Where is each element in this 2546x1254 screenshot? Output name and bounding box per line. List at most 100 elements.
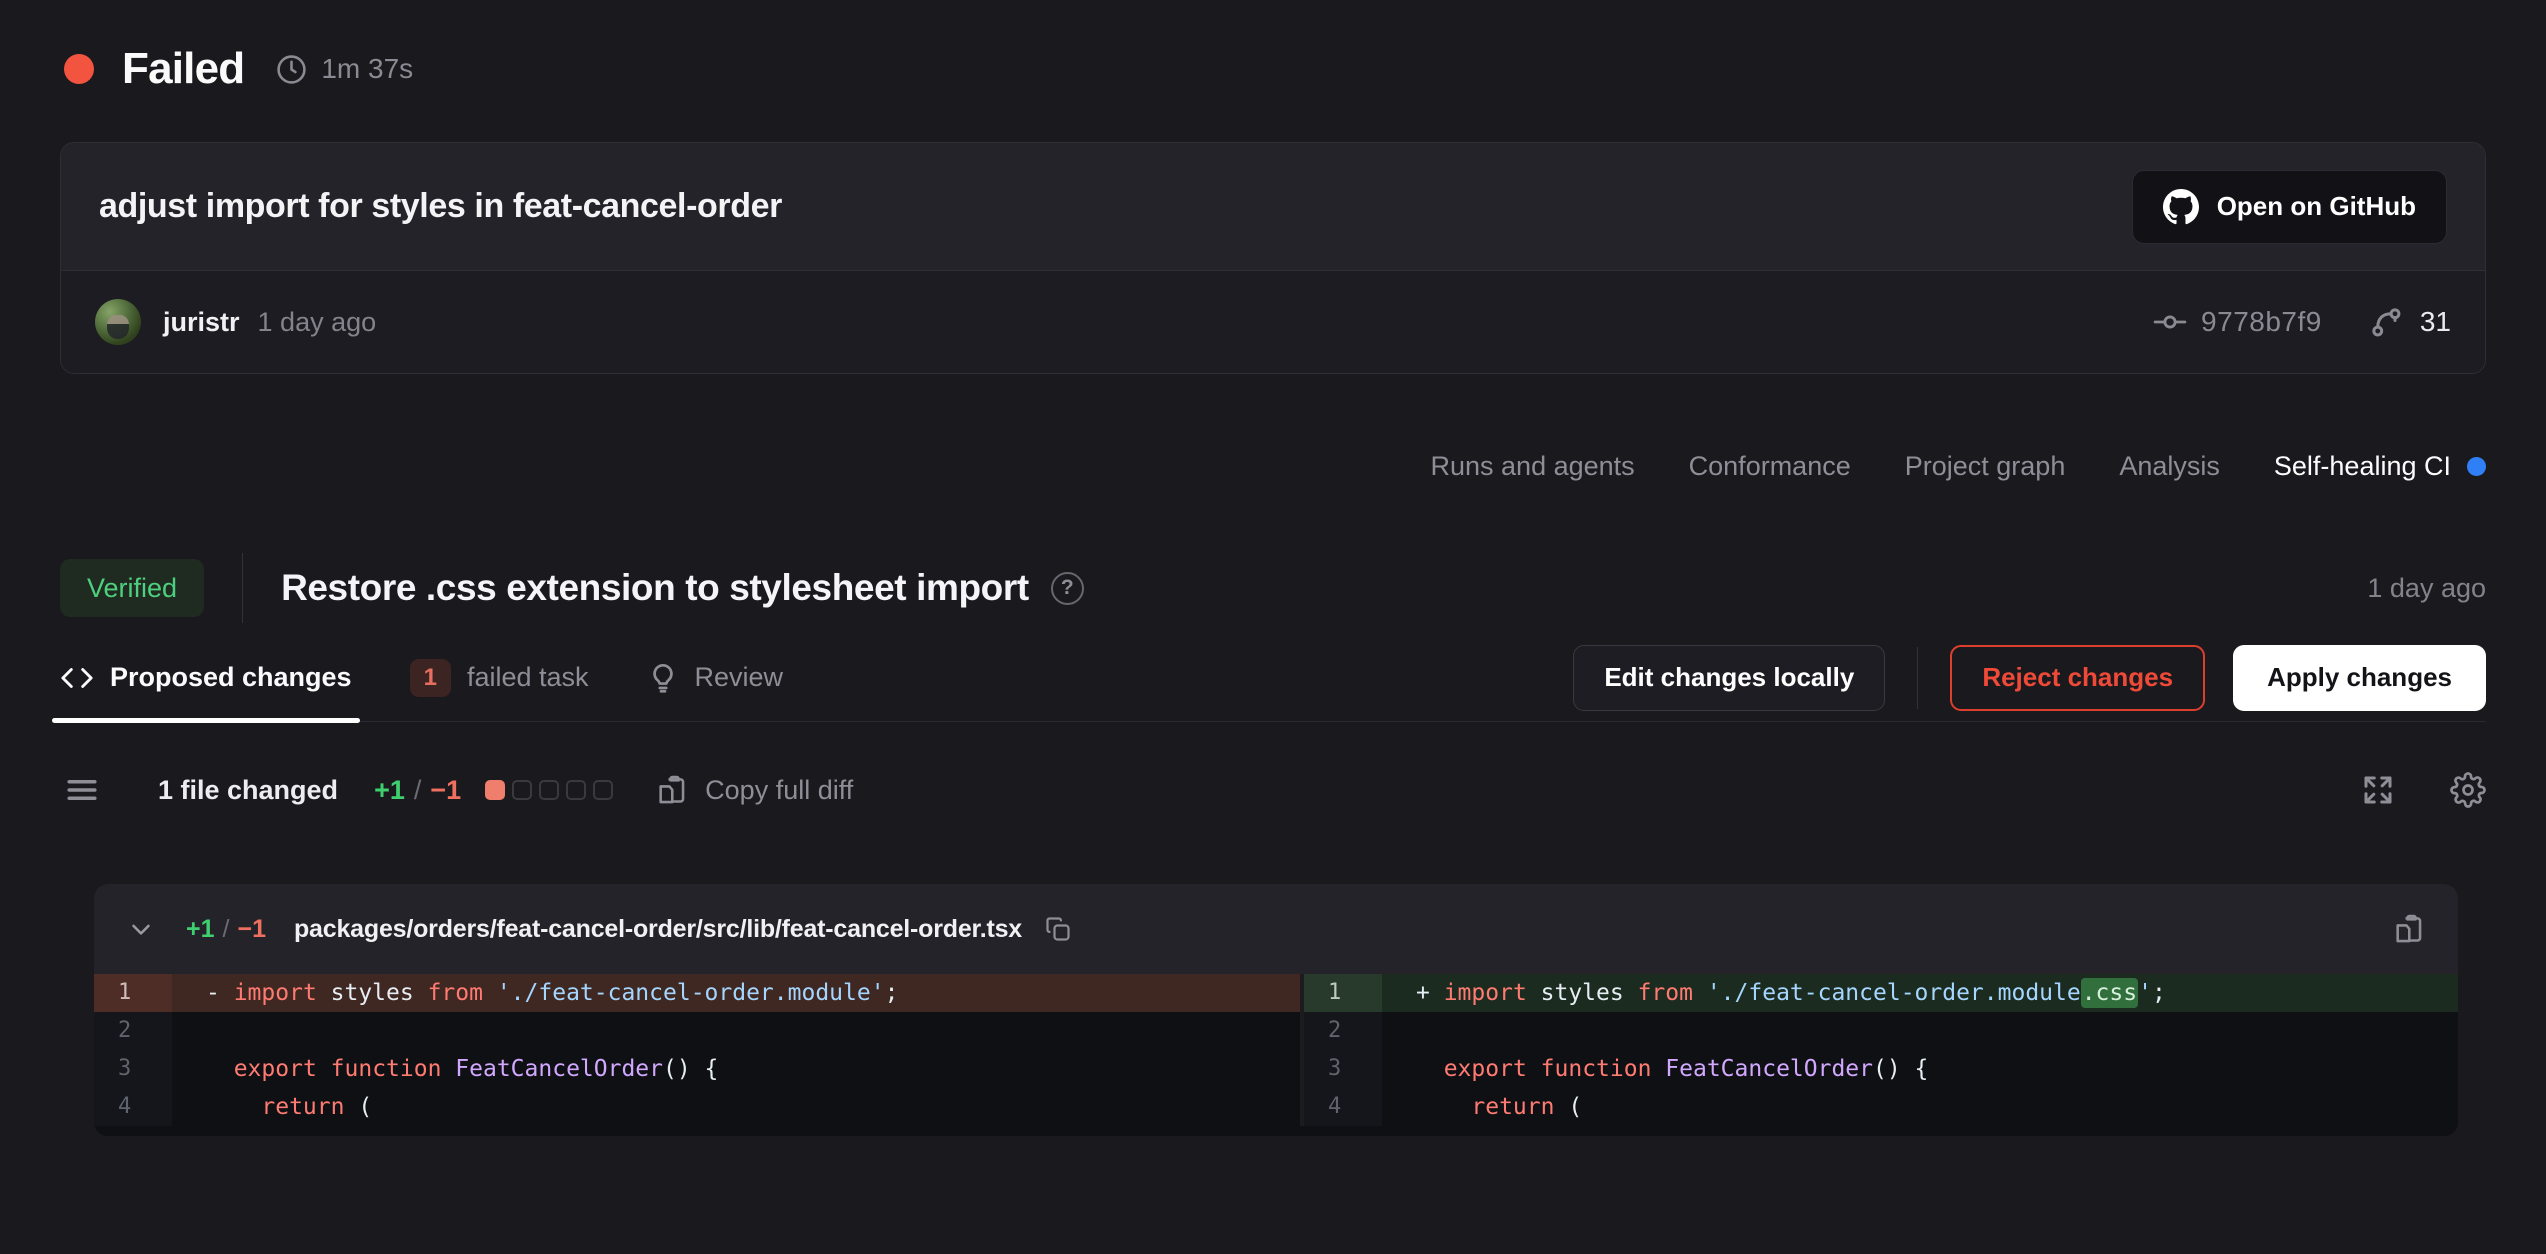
diff-stat-block — [512, 780, 532, 800]
code-content: return ( — [1382, 1088, 2458, 1126]
run-status-row: Failed 1m 37s — [64, 44, 413, 94]
tab-label: failed task — [467, 662, 589, 693]
diff-settings-gear-icon[interactable] — [2450, 772, 2486, 808]
copy-full-diff-button[interactable]: Copy full diff — [655, 773, 853, 807]
code-icon — [60, 661, 94, 695]
diff-line-added: 1+ import styles from './feat-cancel-ord… — [1304, 974, 2458, 1012]
tab-failed-task[interactable]: 1 failed task — [410, 634, 589, 721]
code-content: return ( — [172, 1088, 1300, 1126]
fix-actions: Edit changes locally Reject changes Appl… — [1573, 645, 2486, 711]
code-content: + import styles from './feat-cancel-orde… — [1382, 974, 2458, 1012]
lightbulb-icon — [647, 662, 679, 694]
nav-item-analysis[interactable]: Analysis — [2119, 451, 2220, 482]
copy-file-path-icon[interactable] — [1044, 915, 1072, 943]
line-number: 4 — [94, 1088, 172, 1126]
tab-review[interactable]: Review — [647, 634, 784, 721]
commit-card-meta: juristr 1 day ago 9778b7f9 31 — [61, 271, 2485, 373]
fix-title: Restore .css extension to stylesheet imp… — [281, 567, 1029, 609]
branch-count[interactable]: 31 — [2420, 306, 2451, 338]
status-label: Failed — [122, 44, 244, 94]
additions-count: +1 — [374, 775, 405, 806]
divider — [1917, 647, 1918, 709]
run-duration: 1m 37s — [321, 53, 413, 85]
copy-full-diff-label: Copy full diff — [705, 775, 853, 806]
tab-label: Proposed changes — [110, 662, 352, 693]
workspace-nav: Runs and agents Conformance Project grap… — [1431, 446, 2487, 486]
tab-proposed-changes[interactable]: Proposed changes — [60, 634, 352, 721]
open-on-github-label: Open on GitHub — [2217, 191, 2416, 222]
diff-stat-blocks — [485, 780, 613, 800]
file-diff-stat: +1 / −1 — [186, 915, 266, 944]
line-number: 2 — [94, 1012, 172, 1050]
code-content — [172, 1012, 1300, 1050]
nav-item-label: Self-healing CI — [2274, 451, 2451, 482]
diff-line-removed: 1- import styles from './feat-cancel-ord… — [94, 974, 1300, 1012]
nav-item-conformance[interactable]: Conformance — [1689, 451, 1851, 482]
commit-card: adjust import for styles in feat-cancel-… — [60, 142, 2486, 374]
line-number: 4 — [1304, 1088, 1382, 1126]
nav-item-runs-and-agents[interactable]: Runs and agents — [1431, 451, 1635, 482]
commit-sha[interactable]: 9778b7f9 — [2201, 306, 2322, 338]
github-icon — [2163, 189, 2199, 225]
diff-stat-block — [539, 780, 559, 800]
nav-item-project-graph[interactable]: Project graph — [1905, 451, 2066, 482]
status-failed-dot — [64, 54, 94, 84]
help-icon[interactable]: ? — [1051, 572, 1084, 605]
diff-line-context: 2 — [94, 1012, 1300, 1050]
nav-item-self-healing-ci[interactable]: Self-healing CI — [2274, 451, 2486, 482]
line-number: 2 — [1304, 1012, 1382, 1050]
file-additions: +1 — [186, 915, 215, 944]
commit-icon — [2153, 305, 2187, 339]
clock-icon — [276, 54, 307, 85]
failed-count-badge: 1 — [410, 659, 451, 697]
code-content — [1382, 1012, 2458, 1050]
code-content: - import styles from './feat-cancel-orde… — [172, 974, 1300, 1012]
commit-title: adjust import for styles in feat-cancel-… — [99, 187, 782, 226]
diff-stat-block — [485, 780, 505, 800]
files-changed-count: 1 file changed — [158, 775, 338, 806]
expand-fullscreen-icon[interactable] — [2360, 772, 2396, 808]
diff-line-context: 4 return ( — [1304, 1088, 2458, 1126]
file-list-menu-icon[interactable] — [64, 772, 100, 808]
diff-stat-block — [593, 780, 613, 800]
diff-toolbar: 1 file changed +1 / −1 Copy full diff — [64, 758, 2486, 822]
verified-badge: Verified — [60, 559, 204, 617]
file-deletions: −1 — [237, 915, 266, 944]
authored-time: 1 day ago — [258, 307, 377, 338]
diff-panel: +1 / −1 packages/orders/feat-cancel-orde… — [94, 884, 2458, 1136]
diff-line-context: 3 export function FeatCancelOrder() { — [1304, 1050, 2458, 1088]
diff-pane-right: 1+ import styles from './feat-cancel-ord… — [1304, 974, 2458, 1126]
diff-stat-block — [566, 780, 586, 800]
active-tab-underline — [52, 718, 360, 723]
reject-changes-button[interactable]: Reject changes — [1950, 645, 2205, 711]
divider — [242, 553, 243, 623]
author-name[interactable]: juristr — [163, 307, 240, 338]
line-number: 3 — [1304, 1050, 1382, 1088]
stat-separator: / — [414, 775, 422, 806]
notification-dot — [2467, 457, 2486, 476]
line-number: 1 — [1304, 974, 1382, 1012]
edit-changes-locally-button[interactable]: Edit changes locally — [1573, 645, 1885, 711]
diff-file-header[interactable]: +1 / −1 packages/orders/feat-cancel-orde… — [94, 884, 2458, 974]
line-number: 3 — [94, 1050, 172, 1088]
tab-label: Review — [695, 662, 784, 693]
open-on-github-button[interactable]: Open on GitHub — [2132, 170, 2447, 244]
deletions-count: −1 — [430, 775, 461, 806]
fix-tabs-row: Proposed changes 1 failed task Review Ed… — [60, 634, 2486, 722]
chevron-down-icon[interactable] — [126, 914, 156, 944]
diff-code-area: 1- import styles from './feat-cancel-ord… — [94, 974, 2458, 1136]
apply-changes-button[interactable]: Apply changes — [2233, 645, 2486, 711]
author-avatar[interactable] — [95, 299, 141, 345]
clipboard-icon — [655, 773, 689, 807]
code-content: export function FeatCancelOrder() { — [172, 1050, 1300, 1088]
commit-card-header: adjust import for styles in feat-cancel-… — [61, 143, 2485, 271]
stat-separator: / — [223, 915, 230, 944]
code-content: export function FeatCancelOrder() { — [1382, 1050, 2458, 1088]
fix-header: Verified Restore .css extension to style… — [60, 556, 2486, 620]
diff-line-context: 2 — [1304, 1012, 2458, 1050]
copy-file-diff-icon[interactable] — [2392, 912, 2426, 946]
branch-merge-icon — [2368, 304, 2404, 340]
fix-time-ago: 1 day ago — [2367, 573, 2486, 604]
file-path: packages/orders/feat-cancel-order/src/li… — [294, 915, 1022, 944]
diff-stat: +1 / −1 — [374, 775, 461, 806]
